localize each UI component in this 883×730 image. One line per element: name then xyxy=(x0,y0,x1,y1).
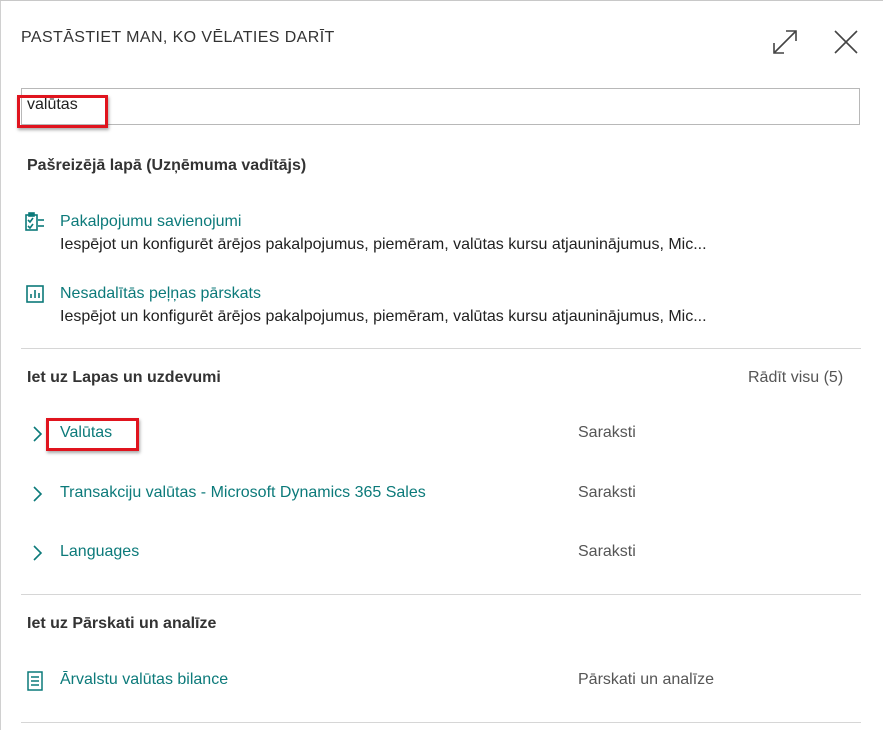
foreign-currency-balance-type: Pārskati un analīze xyxy=(578,671,715,688)
close-button[interactable] xyxy=(829,25,863,59)
service-connections-description: Iespējot un konfigurēt ārējos pakalpojum… xyxy=(60,236,707,253)
valutas-link[interactable]: Valūtas xyxy=(60,424,112,442)
close-icon xyxy=(834,30,858,54)
foreign-currency-balance-link[interactable]: Ārvalstu valūtas bilance xyxy=(60,671,228,689)
document-report-icon xyxy=(24,670,46,692)
search-box[interactable] xyxy=(21,88,860,125)
transaction-currencies-link[interactable]: Transakciju valūtas - Microsoft Dynamics… xyxy=(60,484,426,502)
dialog-title: PASTĀSTIET MAN, KO VĒLATIES DARĪT xyxy=(21,29,335,46)
checklist-icon xyxy=(24,211,46,233)
expand-icon xyxy=(773,30,797,54)
panel-border xyxy=(0,1,1,730)
report-chart-icon xyxy=(24,283,46,305)
languages-link[interactable]: Languages xyxy=(60,543,139,561)
expand-button[interactable] xyxy=(768,25,802,59)
search-input[interactable] xyxy=(27,96,827,114)
chevron-right-icon[interactable] xyxy=(26,423,48,445)
chevron-right-icon[interactable] xyxy=(26,483,48,505)
reports-heading: Iet uz Pārskati un analīze xyxy=(27,615,217,632)
chevron-right-icon[interactable] xyxy=(26,542,48,564)
current-page-heading: Pašreizējā lapā (Uzņēmuma vadītājs) xyxy=(27,157,307,174)
section-divider xyxy=(21,348,861,349)
languages-type: Saraksti xyxy=(578,543,636,560)
show-all-link[interactable]: Rādīt visu (5) xyxy=(748,369,843,387)
service-connections-link[interactable]: Pakalpojumu savienojumi xyxy=(60,213,241,231)
section-divider xyxy=(21,594,861,595)
section-divider xyxy=(21,722,861,723)
retained-earnings-link[interactable]: Nesadalītās peļņas pārskats xyxy=(60,285,261,303)
retained-earnings-description: Iespējot un konfigurēt ārējos pakalpojum… xyxy=(60,308,707,325)
transaction-currencies-type: Saraksti xyxy=(578,484,636,501)
pages-tasks-heading: Iet uz Lapas un uzdevumi xyxy=(27,369,221,386)
valutas-type: Saraksti xyxy=(578,424,636,441)
